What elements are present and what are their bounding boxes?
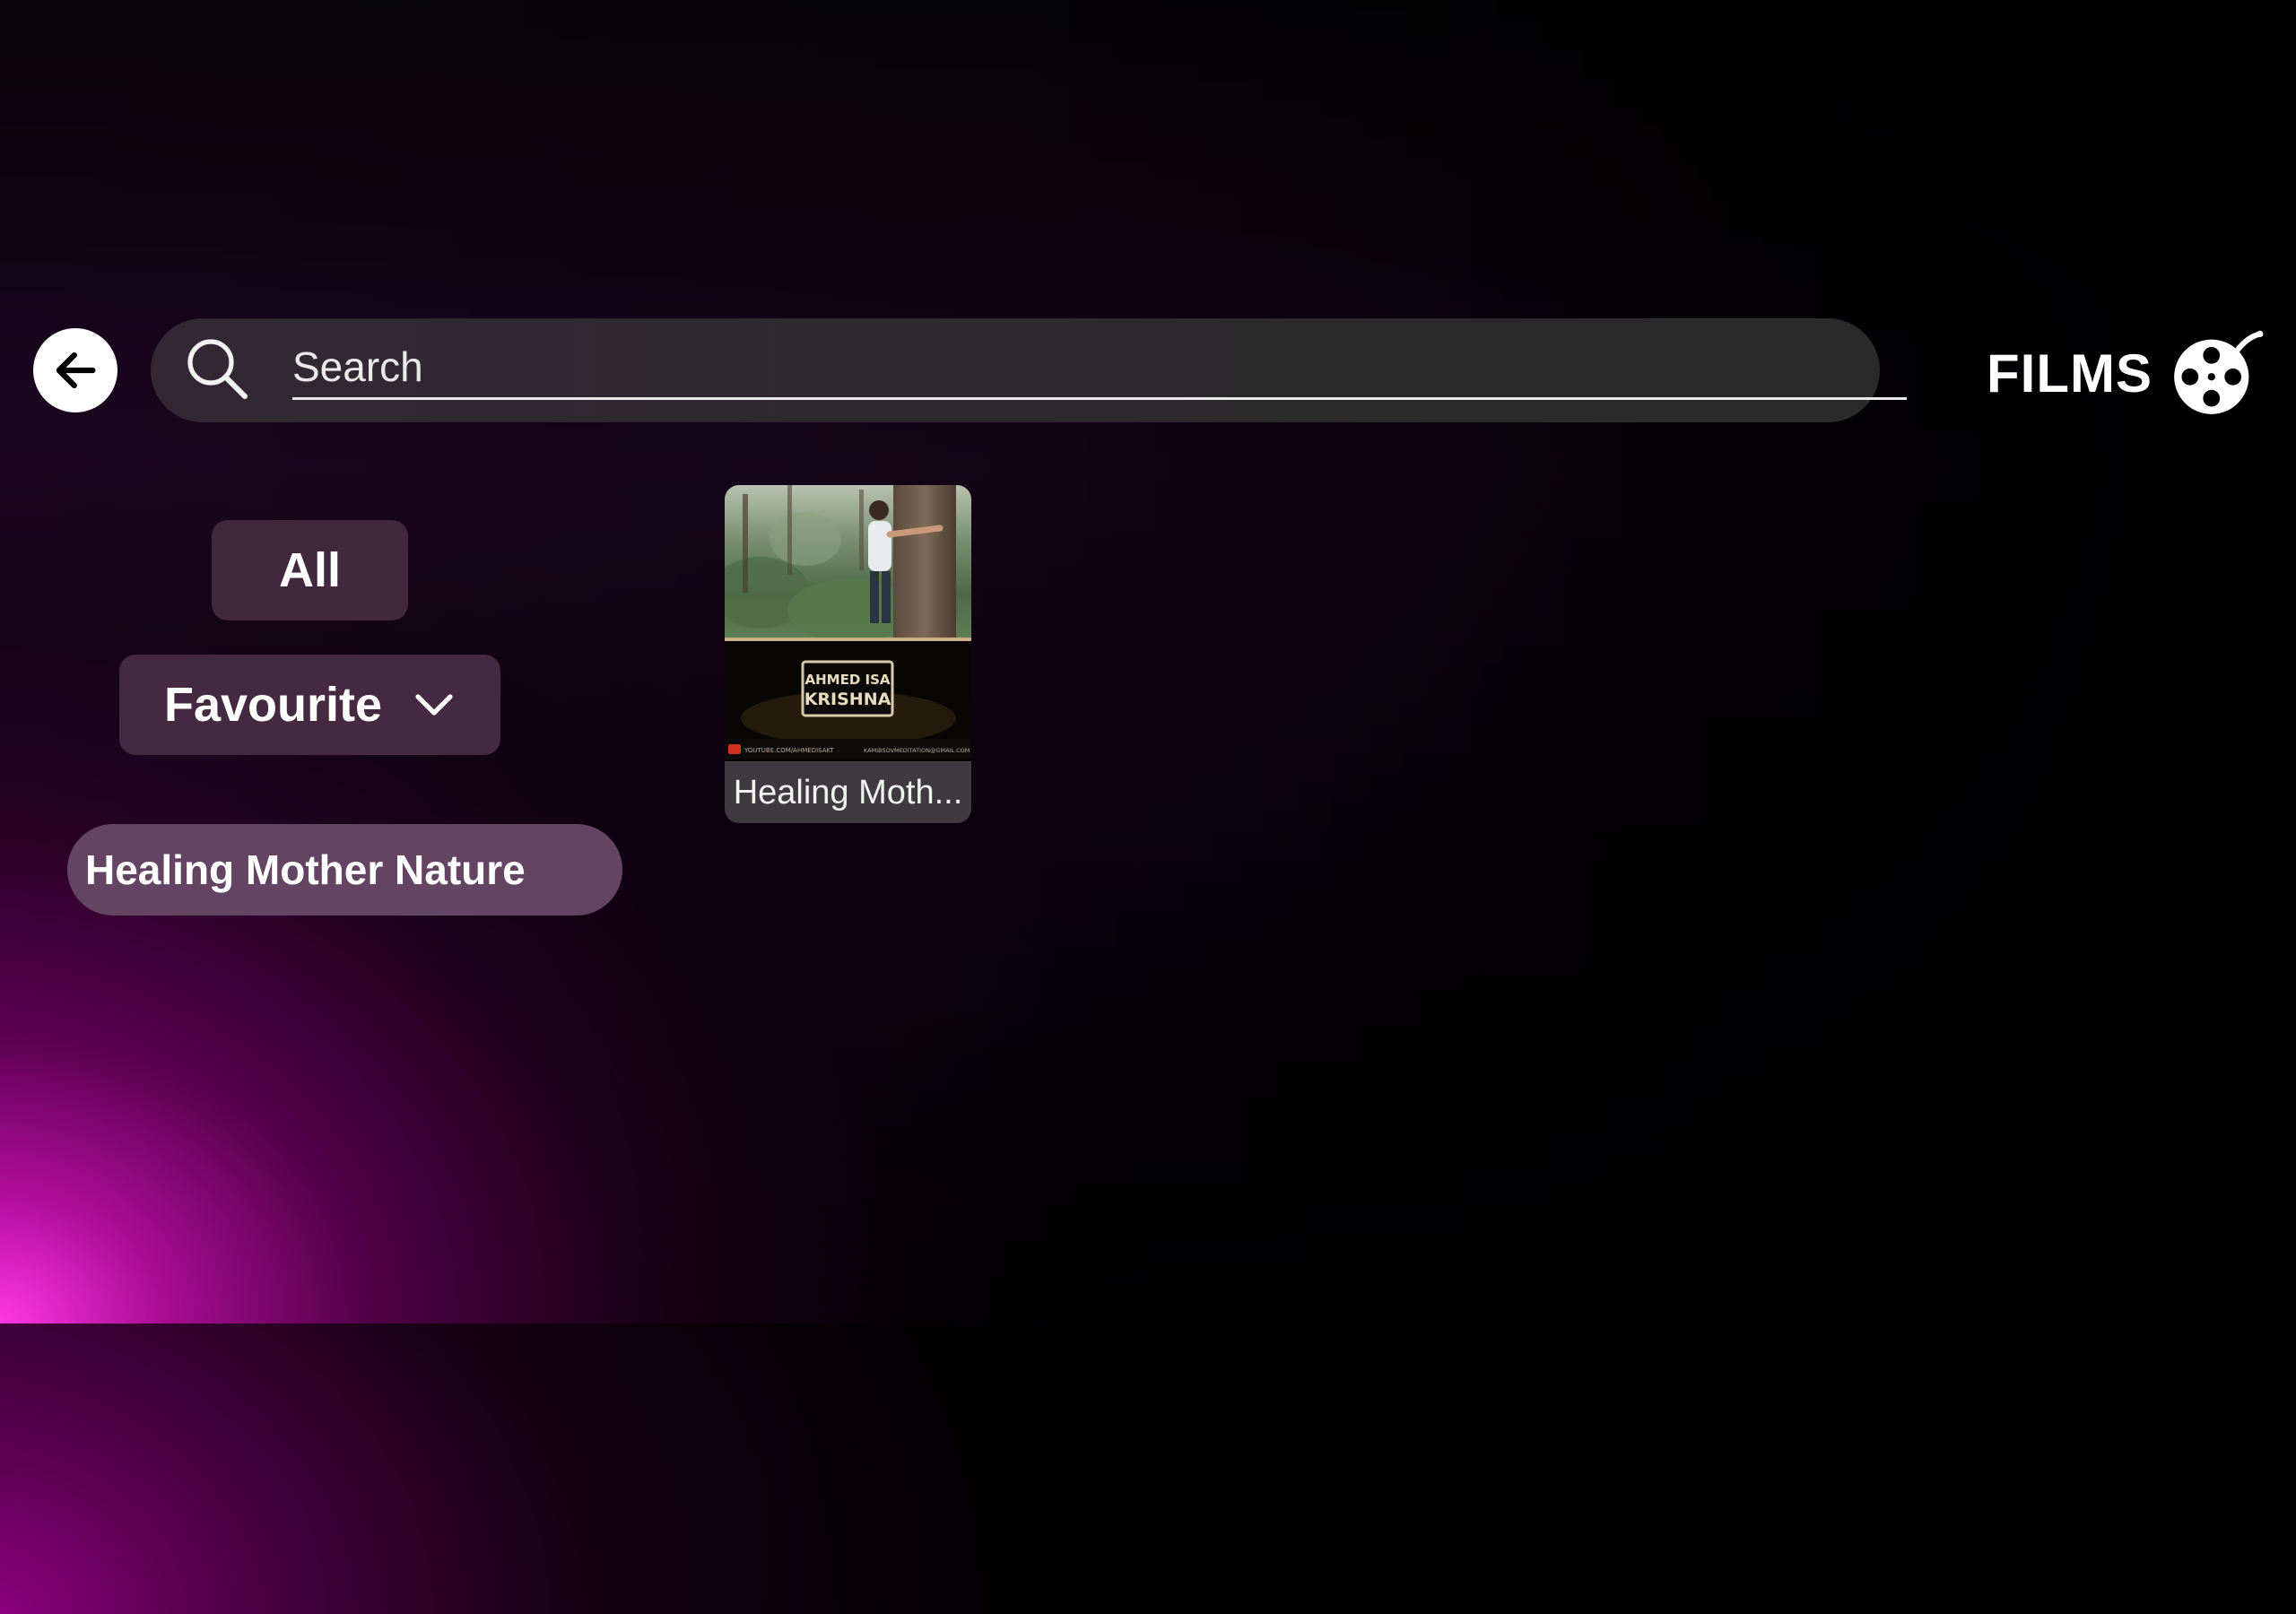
favourite-dropdown[interactable]: Favourite xyxy=(119,655,500,755)
search-icon[interactable] xyxy=(182,334,254,405)
back-button[interactable] xyxy=(33,328,117,412)
thumbnail-text-line1: AHMED ISA xyxy=(804,672,890,688)
background-lower-shade xyxy=(0,1323,2296,1614)
film-reel-icon[interactable] xyxy=(2170,325,2264,418)
chevron-down-icon xyxy=(415,694,453,716)
thumbnail-footer-right: KAMIBSOVMEDITATION@GMAIL.COM xyxy=(864,747,970,754)
thumbnail-footer-left: YOUTUBE.COM/AHMEDISAKT xyxy=(744,747,835,754)
favourite-dropdown-label: Favourite xyxy=(163,678,383,732)
playlist-item-healing-mother-nature[interactable]: Healing Mother Nature xyxy=(67,824,622,915)
search-input[interactable] xyxy=(292,335,1907,400)
playlist-item-label: Healing Mother Nature xyxy=(85,846,526,893)
background-lower xyxy=(0,1323,2296,1614)
all-filter-label: All xyxy=(278,543,341,597)
all-filter-button[interactable]: All xyxy=(212,520,408,620)
film-thumbnail-image: AHMED ISA KRISHNA YOUTUBE.COM/AHMEDISAKT… xyxy=(725,485,971,761)
page-title: FILMS xyxy=(1987,343,2152,404)
film-title: Healing Moth... xyxy=(733,773,963,811)
film-thumbnail: AHMED ISA KRISHNA YOUTUBE.COM/AHMEDISAKT… xyxy=(725,485,971,761)
films-screen: FILMS All Favourite Healing Mother Natur… xyxy=(0,0,2296,1614)
thumbnail-text-line2: KRISHNA xyxy=(804,690,891,709)
film-card[interactable]: AHMED ISA KRISHNA YOUTUBE.COM/AHMEDISAKT… xyxy=(725,485,971,823)
arrow-left-icon xyxy=(56,351,96,389)
